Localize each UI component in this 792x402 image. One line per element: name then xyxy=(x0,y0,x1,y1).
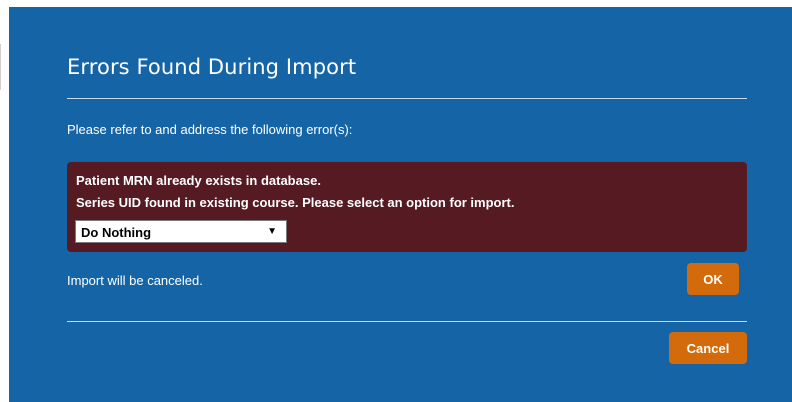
instruction-text: Please refer to and address the followin… xyxy=(67,122,353,137)
cancel-button[interactable]: Cancel xyxy=(669,332,747,364)
import-errors-dialog: Errors Found During Import Please refer … xyxy=(9,7,792,402)
chevron-down-icon: ▼ xyxy=(267,226,277,237)
import-option-select[interactable]: Do Nothing ▼ xyxy=(75,220,287,243)
title-divider xyxy=(67,98,747,99)
error-message-series-uid: Series UID found in existing course. Ple… xyxy=(76,195,515,210)
error-panel: Patient MRN already exists in database. … xyxy=(67,162,747,252)
error-message-mrn: Patient MRN already exists in database. xyxy=(76,173,321,188)
status-message: Import will be canceled. xyxy=(67,273,203,288)
import-option-value: Do Nothing xyxy=(81,225,152,240)
background-edge xyxy=(0,44,1,90)
ok-button[interactable]: OK xyxy=(687,263,739,295)
footer-divider xyxy=(67,321,747,322)
screen: Errors Found During Import Please refer … xyxy=(0,0,792,402)
dialog-title: Errors Found During Import xyxy=(67,55,357,79)
